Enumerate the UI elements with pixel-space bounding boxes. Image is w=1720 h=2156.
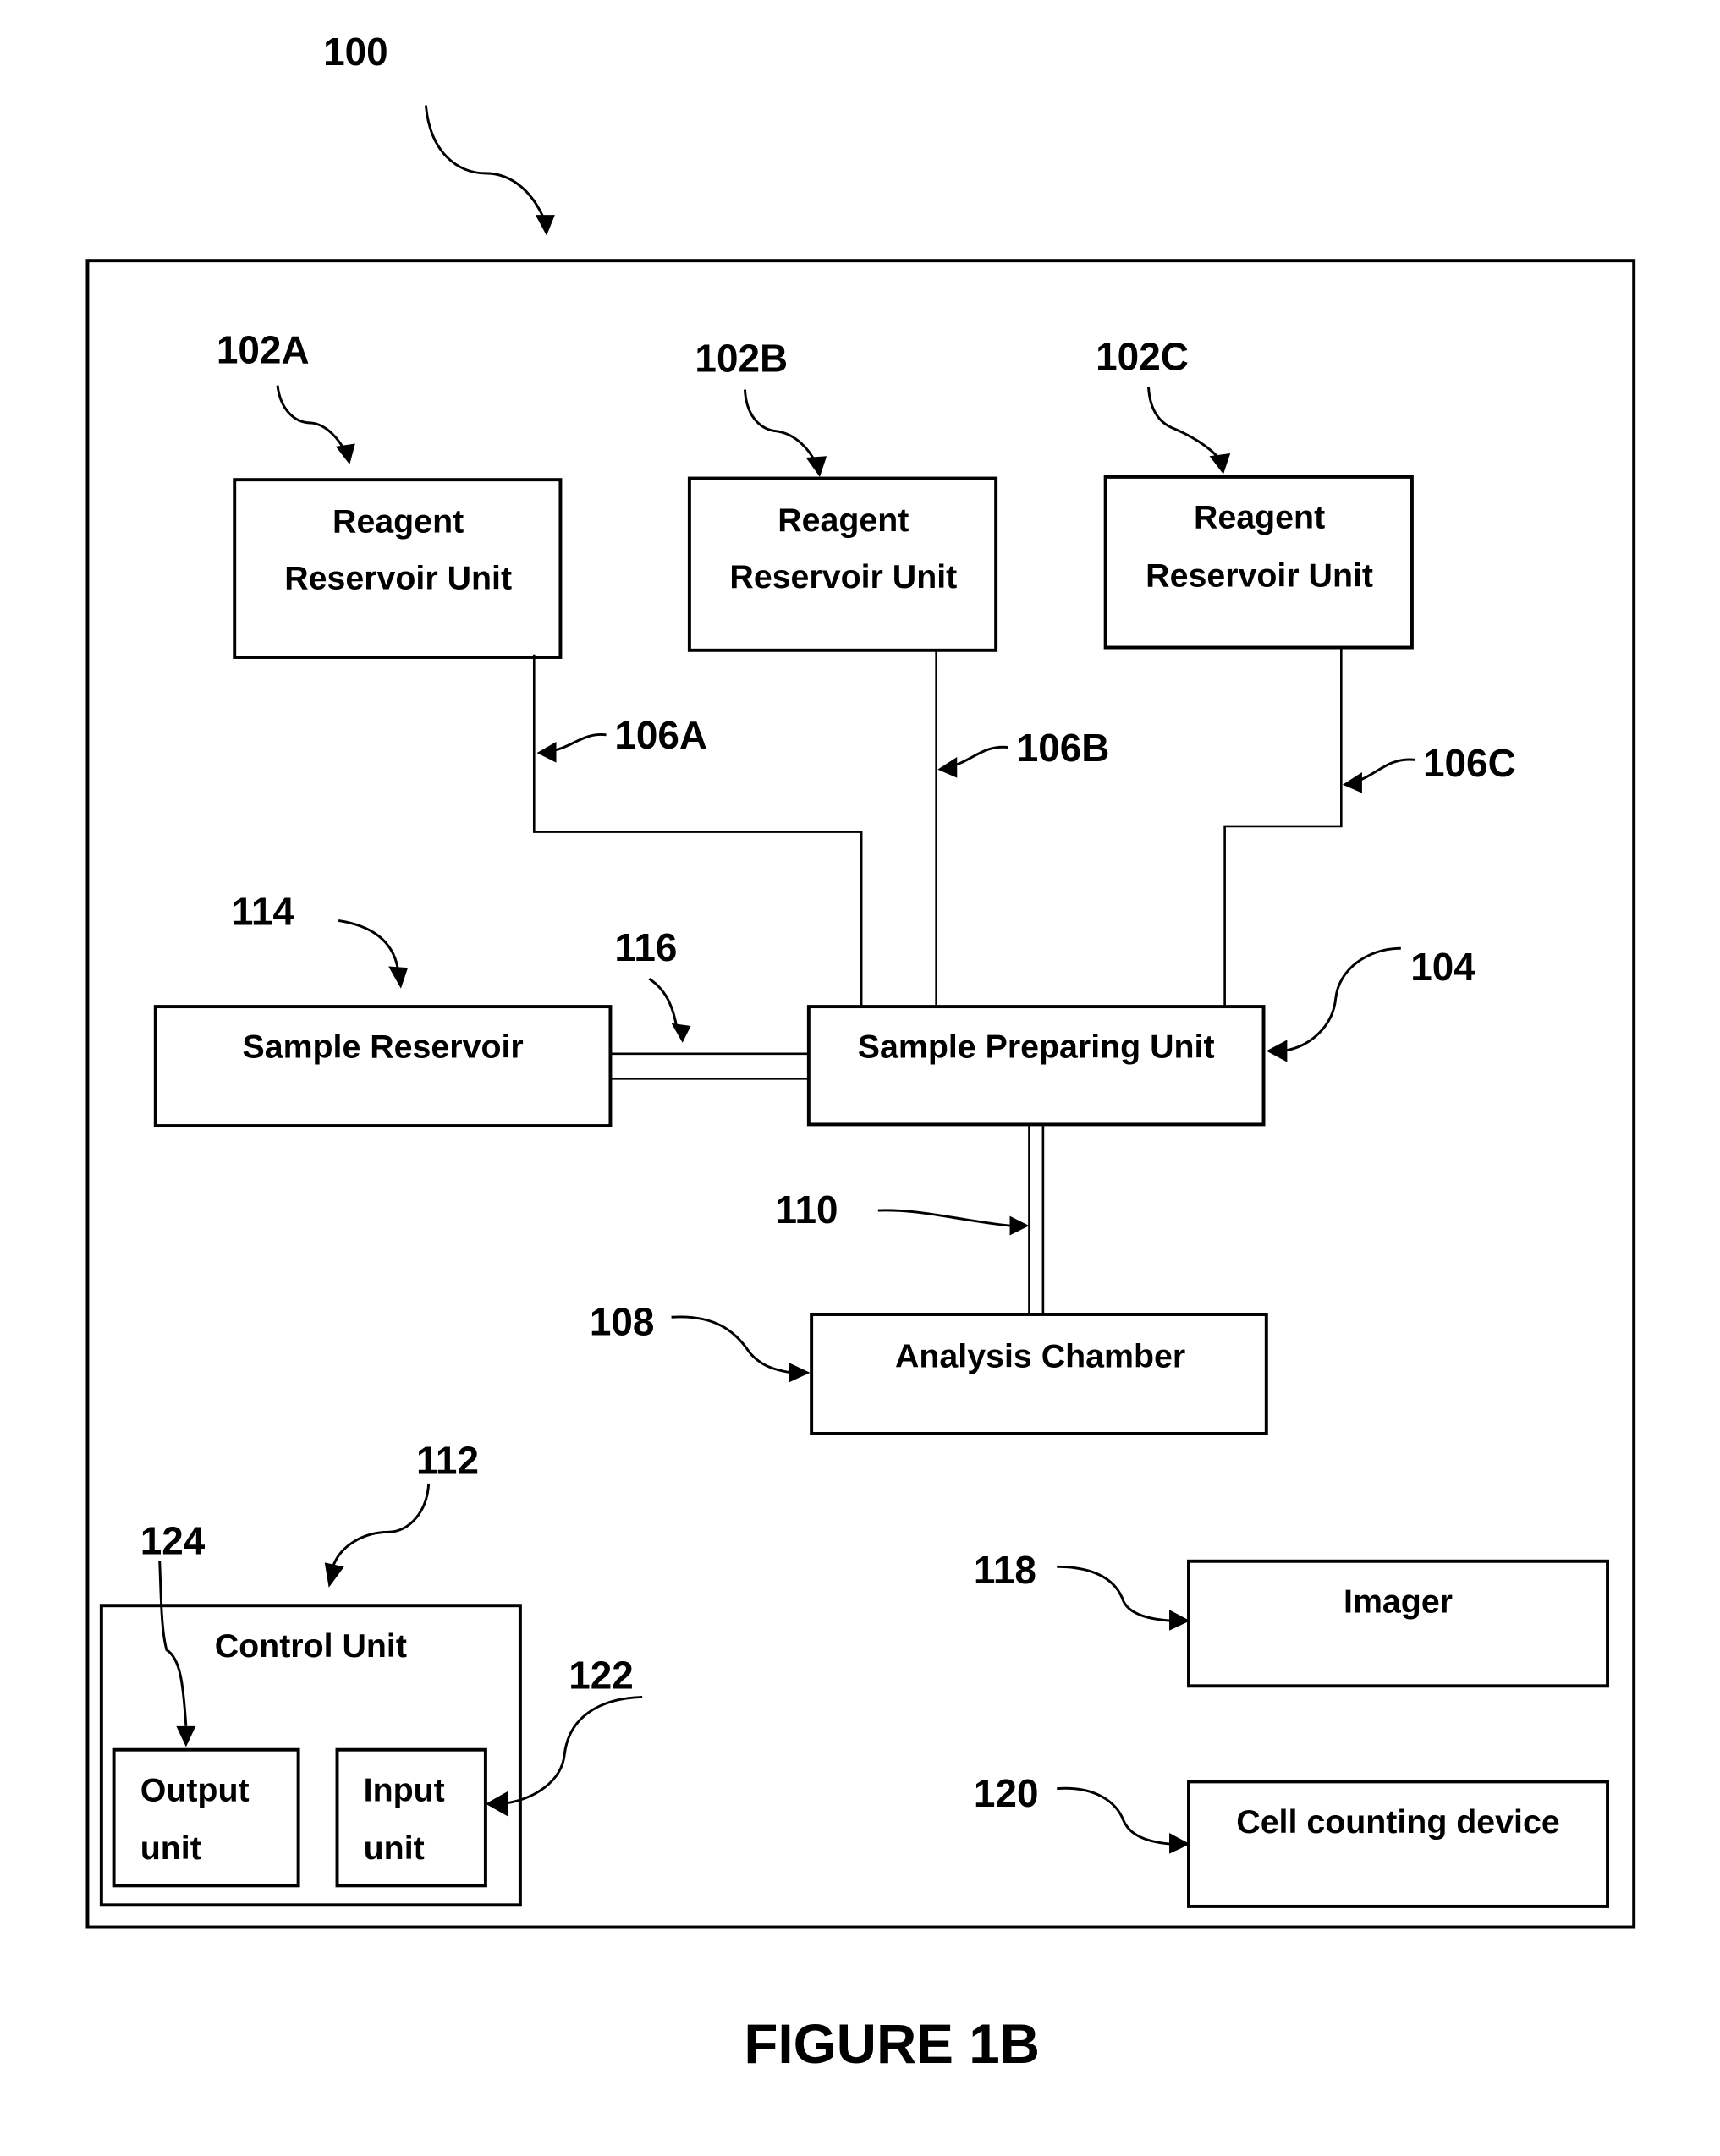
- arrowhead-108: [789, 1363, 811, 1383]
- output-unit-line1: Output: [140, 1771, 250, 1808]
- ref-106b: 106B: [1017, 726, 1110, 770]
- reagent-a-line1: Reagent: [332, 502, 464, 540]
- reagent-b-line1: Reagent: [778, 502, 909, 539]
- ref-106c: 106C: [1423, 741, 1516, 785]
- arrowhead-110: [1009, 1215, 1030, 1236]
- leader-114: [338, 919, 400, 971]
- arrowhead-120: [1169, 1833, 1190, 1854]
- ref-102b: 102B: [695, 336, 788, 380]
- arrowhead-116: [671, 1023, 691, 1043]
- arrowhead-118: [1169, 1610, 1190, 1631]
- output-unit[interactable]: Output unit: [112, 1747, 300, 1888]
- cell-counting-device[interactable]: Cell counting device: [1187, 1780, 1610, 1908]
- arrowhead-100: [535, 215, 555, 236]
- leader-106c: [1353, 758, 1415, 783]
- leader-122: [502, 1695, 643, 1806]
- reagent-c-line1: Reagent: [1194, 499, 1325, 536]
- arrowhead-102b: [805, 456, 827, 477]
- arrowhead-114: [388, 966, 409, 989]
- leader-102a: [276, 385, 347, 453]
- arrowhead-102a: [335, 443, 355, 465]
- ref-118: 118: [974, 1548, 1036, 1592]
- leader-102b: [743, 389, 817, 464]
- leader-110: [877, 1209, 1010, 1227]
- reagent-reservoir-unit-b[interactable]: Reagent Reservoir Unit: [687, 476, 998, 652]
- leader-120: [1057, 1786, 1173, 1846]
- arrowhead-104: [1266, 1040, 1288, 1062]
- patent-figure: 100 102A Reagent Reservoir Unit 102B Rea…: [85, 30, 1636, 2075]
- reagent-reservoir-unit-c[interactable]: Reagent Reservoir Unit: [1103, 475, 1414, 650]
- ref-108: 108: [590, 1300, 655, 1344]
- sample-preparing-unit[interactable]: Sample Preparing Unit: [806, 1005, 1266, 1127]
- arrowhead-102c: [1209, 453, 1231, 475]
- reagent-reservoir-unit-a[interactable]: Reagent Reservoir Unit: [233, 478, 563, 659]
- ref-102c: 102C: [1096, 335, 1189, 379]
- ref-106a: 106A: [614, 713, 707, 757]
- leader-104: [1283, 946, 1401, 1052]
- ref-102a: 102A: [217, 327, 310, 371]
- input-unit-line1: Input: [364, 1771, 445, 1808]
- ref-122: 122: [569, 1654, 634, 1698]
- input-unit[interactable]: Input unit: [335, 1747, 487, 1888]
- ref-104: 104: [1410, 945, 1475, 989]
- control-unit-label: Control Unit: [215, 1627, 407, 1665]
- reagent-b-line2: Reservoir Unit: [729, 558, 957, 595]
- leader-106a: [547, 733, 607, 753]
- leader-116: [648, 978, 679, 1029]
- ref-110: 110: [776, 1188, 838, 1232]
- input-unit-line2: unit: [364, 1830, 425, 1867]
- ref-116: 116: [614, 925, 677, 969]
- channel-106a: [532, 654, 863, 1007]
- arrowhead-106b: [937, 757, 958, 778]
- leader-106b: [948, 745, 1009, 768]
- ref-114: 114: [232, 889, 294, 933]
- leader-108: [671, 1315, 791, 1374]
- ref-100: 100: [323, 30, 388, 74]
- analysis-chamber-label: Analysis Chamber: [895, 1337, 1185, 1374]
- channel-106c: [1223, 649, 1343, 1007]
- figure-caption: FIGURE 1B: [744, 2013, 1040, 2075]
- leader-102c: [1146, 387, 1222, 462]
- ref-124: 124: [140, 1519, 206, 1563]
- leader-112: [332, 1483, 431, 1567]
- ref-112: 112: [416, 1438, 479, 1482]
- arrowhead-106a: [536, 741, 557, 763]
- sample-reservoir[interactable]: Sample Reservoir: [153, 1005, 613, 1128]
- arrowhead-106c: [1342, 772, 1362, 793]
- ref-120: 120: [974, 1771, 1039, 1815]
- output-unit-line2: unit: [140, 1830, 201, 1867]
- sample-preparing-unit-label: Sample Preparing Unit: [858, 1029, 1215, 1066]
- sample-reservoir-label: Sample Reservoir: [242, 1029, 523, 1066]
- imager[interactable]: Imager: [1187, 1559, 1610, 1688]
- reagent-c-line2: Reservoir Unit: [1146, 557, 1373, 594]
- imager-label: Imager: [1344, 1583, 1453, 1620]
- reagent-a-line2: Reservoir Unit: [284, 560, 512, 597]
- leader-118: [1057, 1565, 1173, 1622]
- analysis-chamber[interactable]: Analysis Chamber: [810, 1313, 1268, 1435]
- arrowhead-112: [324, 1562, 344, 1588]
- leader-100: [424, 105, 547, 222]
- cell-counting-device-label: Cell counting device: [1236, 1803, 1559, 1841]
